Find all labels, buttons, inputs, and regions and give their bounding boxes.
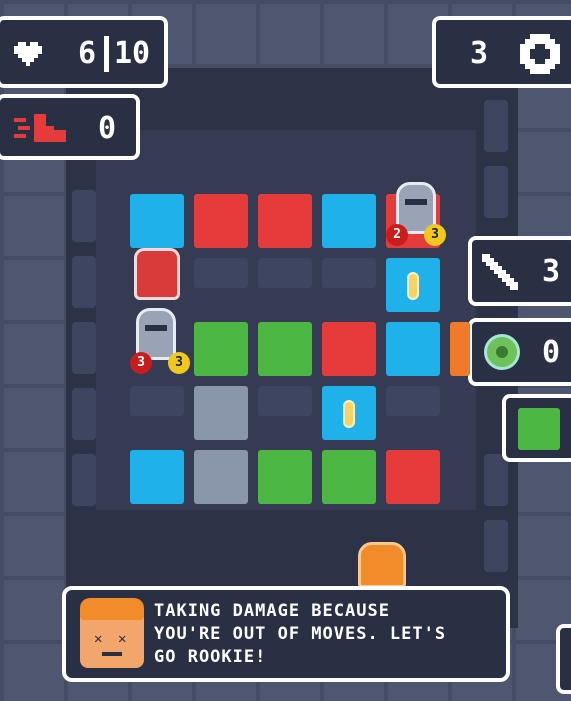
board-tile[interactable] [258, 322, 312, 376]
wall-segment [72, 190, 96, 242]
boot-icon [14, 114, 66, 142]
board-tile[interactable] [194, 194, 248, 248]
board-gap [130, 386, 184, 416]
wall-segment [484, 520, 508, 572]
health-current: 6 [78, 36, 97, 71]
board-tile[interactable] [258, 450, 312, 504]
rookie-portrait: ✕ ✕ [80, 598, 144, 668]
player-hero[interactable] [358, 542, 406, 588]
board-tile[interactable] [258, 194, 312, 248]
moves-count: 0 [98, 111, 117, 146]
board-gap [258, 386, 312, 416]
board-tile-edge [450, 322, 470, 376]
board-tile[interactable] [322, 450, 376, 504]
board-tile[interactable] [322, 194, 376, 248]
edge-panel [556, 624, 571, 694]
board-tile[interactable] [386, 322, 440, 376]
sword-panel: 3 [468, 236, 571, 306]
gem-icon [407, 272, 419, 300]
dialog-text: TAKING DAMAGE BECAUSE YOU'RE OUT OF MOVE… [154, 601, 447, 667]
board-tile[interactable] [322, 322, 376, 376]
board-tile[interactable] [130, 194, 184, 248]
wall-segment [72, 256, 96, 308]
board-tile[interactable] [194, 386, 248, 440]
gem-icon [343, 400, 355, 428]
wall-segment [72, 388, 96, 440]
enemy-hp-badge: 3 [130, 352, 152, 374]
orb-panel: 0 [468, 318, 571, 386]
dialog-box: ✕ ✕ TAKING DAMAGE BECAUSE YOU'RE OUT OF … [62, 586, 510, 682]
heart-icon [14, 42, 42, 66]
orb-icon [484, 334, 520, 370]
board-gap [258, 258, 312, 288]
coin-icon [520, 34, 560, 74]
coins-count: 3 [470, 36, 489, 71]
enemy-hp-badge: 2 [386, 224, 408, 246]
health-panel: 6 10 [0, 16, 168, 88]
board-gap [322, 258, 376, 288]
wall-segment [72, 454, 96, 506]
next-tile-panel [502, 394, 571, 462]
sword-icon [482, 254, 518, 290]
board-gap [194, 258, 248, 288]
enemy-attack-badge: 3 [168, 352, 190, 374]
board-tile[interactable] [194, 322, 248, 376]
sword-count: 3 [542, 254, 561, 289]
wall-segment [484, 100, 508, 152]
enemy-attack-badge: 3 [424, 224, 446, 246]
moves-panel: 0 [0, 94, 140, 160]
board-gap [386, 386, 440, 416]
board-tile[interactable] [386, 450, 440, 504]
wall-segment [484, 166, 508, 218]
wall-segment [484, 454, 508, 506]
orb-count: 0 [542, 335, 561, 370]
health-divider [104, 36, 109, 72]
coins-panel: 3 [432, 16, 571, 88]
next-tile-preview [518, 408, 560, 450]
wall-segment [72, 322, 96, 374]
health-max: 10 [114, 36, 151, 71]
red-barrel[interactable] [134, 248, 180, 300]
board-tile[interactable] [130, 450, 184, 504]
board-tile[interactable] [194, 450, 248, 504]
